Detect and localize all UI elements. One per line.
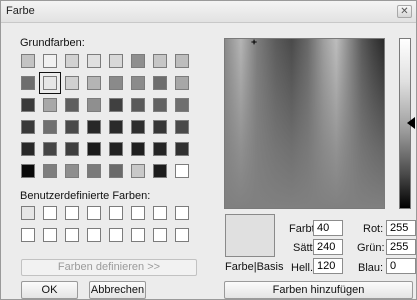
color-spectrum[interactable] — [224, 38, 385, 209]
basic-color-swatch[interactable] — [87, 54, 101, 68]
red-field[interactable] — [386, 220, 416, 236]
basic-color-swatch[interactable] — [175, 164, 189, 178]
color-preview — [225, 214, 275, 257]
window-title: Farbe — [6, 5, 35, 17]
basic-color-swatch[interactable] — [109, 164, 123, 178]
basic-color-swatch[interactable] — [87, 142, 101, 156]
basic-color-swatch[interactable] — [153, 142, 167, 156]
define-custom-colors-button[interactable]: Farben definieren >> — [21, 259, 197, 276]
basic-color-swatch[interactable] — [21, 142, 35, 156]
basic-color-swatch[interactable] — [87, 164, 101, 178]
close-icon[interactable]: ✕ — [397, 5, 412, 18]
blue-label: Blau: — [358, 262, 384, 274]
basic-color-swatch[interactable] — [43, 164, 57, 178]
custom-color-swatch[interactable] — [43, 228, 57, 242]
custom-color-swatch[interactable] — [21, 206, 35, 220]
basic-color-swatch[interactable] — [175, 120, 189, 134]
custom-color-swatch[interactable] — [43, 206, 57, 220]
basic-color-swatch[interactable] — [175, 98, 189, 112]
basic-color-swatch[interactable] — [65, 164, 79, 178]
spectrum-fade — [225, 39, 384, 208]
green-label: Grün: — [357, 242, 385, 254]
custom-color-swatch[interactable] — [109, 206, 123, 220]
basic-color-swatch[interactable] — [109, 76, 123, 90]
basic-color-swatch[interactable] — [65, 98, 79, 112]
basic-color-swatch[interactable] — [175, 76, 189, 90]
basic-color-swatch[interactable] — [43, 54, 57, 68]
custom-colors-grid — [21, 206, 189, 242]
basic-color-swatch[interactable] — [21, 76, 35, 90]
basic-color-swatch[interactable] — [87, 120, 101, 134]
basic-color-swatch[interactable] — [109, 142, 123, 156]
basic-color-swatch[interactable] — [87, 98, 101, 112]
custom-color-swatch[interactable] — [175, 206, 189, 220]
basic-color-swatch[interactable] — [131, 164, 145, 178]
custom-color-swatch[interactable] — [153, 206, 167, 220]
custom-color-swatch[interactable] — [65, 228, 79, 242]
basic-color-swatch[interactable] — [21, 120, 35, 134]
basic-color-swatch[interactable] — [153, 98, 167, 112]
basic-color-swatch[interactable] — [175, 54, 189, 68]
custom-color-swatch[interactable] — [65, 206, 79, 220]
basic-color-swatch[interactable] — [109, 98, 123, 112]
basic-color-swatch[interactable] — [43, 98, 57, 112]
title-bar: Farbe ✕ — [1, 1, 416, 23]
basic-color-swatch[interactable] — [43, 120, 57, 134]
custom-color-swatch[interactable] — [175, 228, 189, 242]
basic-color-swatch[interactable] — [21, 54, 35, 68]
basic-color-swatch[interactable] — [131, 120, 145, 134]
basic-color-swatch[interactable] — [153, 120, 167, 134]
basic-color-swatch[interactable] — [131, 54, 145, 68]
basic-colors-grid — [21, 54, 189, 178]
basic-color-swatch[interactable] — [109, 54, 123, 68]
basic-color-swatch[interactable] — [87, 76, 101, 90]
color-solid-label: Farbe|Basis — [225, 261, 284, 273]
basic-color-swatch[interactable] — [175, 142, 189, 156]
cancel-button[interactable]: Abbrechen — [89, 281, 146, 299]
crosshair-icon: ⁺ — [250, 37, 258, 51]
custom-color-swatch[interactable] — [109, 228, 123, 242]
blue-field[interactable] — [386, 258, 416, 274]
basic-color-swatch[interactable] — [65, 120, 79, 134]
ok-button[interactable]: OK — [21, 281, 78, 299]
basic-color-swatch[interactable] — [43, 142, 57, 156]
luminance-field[interactable] — [313, 258, 343, 274]
basic-color-swatch[interactable] — [153, 164, 167, 178]
basic-color-swatch[interactable] — [21, 98, 35, 112]
green-field[interactable] — [386, 239, 416, 255]
basic-color-swatch[interactable] — [39, 72, 61, 94]
basic-color-swatch[interactable] — [65, 54, 79, 68]
basic-color-swatch[interactable] — [153, 76, 167, 90]
custom-colors-label: Benutzerdefinierte Farben: — [20, 190, 151, 202]
hue-field[interactable] — [313, 220, 343, 236]
basic-color-swatch[interactable] — [109, 120, 123, 134]
basic-color-swatch[interactable] — [131, 98, 145, 112]
color-dialog: Farbe ✕ Grundfarben: Benutzerdefinierte … — [0, 0, 417, 300]
basic-color-swatch[interactable] — [131, 76, 145, 90]
red-label: Rot: — [363, 223, 384, 235]
basic-color-swatch[interactable] — [65, 142, 79, 156]
luminance-arrow-icon[interactable] — [407, 117, 415, 129]
add-custom-colors-button[interactable]: Farben hinzufügen — [224, 281, 413, 299]
basic-color-swatch[interactable] — [21, 164, 35, 178]
custom-color-swatch[interactable] — [131, 206, 145, 220]
basic-colors-label: Grundfarben: — [20, 37, 85, 49]
basic-color-swatch[interactable] — [153, 54, 167, 68]
basic-color-swatch[interactable] — [65, 76, 79, 90]
saturation-field[interactable] — [313, 239, 343, 255]
custom-color-swatch[interactable] — [87, 206, 101, 220]
custom-color-swatch[interactable] — [153, 228, 167, 242]
custom-color-swatch[interactable] — [21, 228, 35, 242]
custom-color-swatch[interactable] — [87, 228, 101, 242]
custom-color-swatch[interactable] — [131, 228, 145, 242]
basic-color-swatch[interactable] — [131, 142, 145, 156]
